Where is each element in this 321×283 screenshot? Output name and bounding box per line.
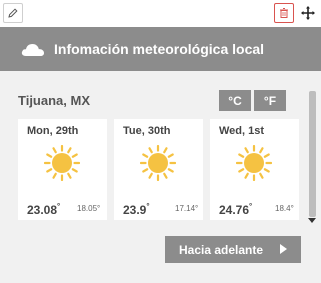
forecast-low: 18.05° (77, 204, 101, 213)
play-arrow-icon (280, 244, 287, 254)
forecast-high: 23.9° (123, 202, 150, 217)
delete-button[interactable] (274, 3, 294, 23)
fahrenheit-button[interactable]: °F (254, 90, 286, 111)
widget-header: Infomación meteorológica local (0, 27, 321, 71)
move-arrows-icon (301, 6, 315, 20)
forecast-day: Mon, 29th (27, 125, 79, 137)
forecast-low: 17.14° (175, 204, 199, 213)
next-button-label: Hacia adelante (179, 242, 264, 257)
sun-icon (140, 145, 176, 181)
sun-icon (236, 145, 272, 181)
forecast-high: 24.76° (219, 202, 253, 217)
vertical-scrollbar[interactable] (306, 87, 318, 227)
scrollbar-thumb[interactable] (309, 91, 316, 217)
next-forecast-button[interactable]: Hacia adelante (165, 236, 301, 263)
trash-icon (280, 8, 288, 18)
edit-button[interactable] (3, 3, 23, 23)
location-label: Tijuana, MX (18, 93, 90, 108)
cloud-icon (21, 44, 44, 56)
forecast-card: Tue, 30th 23.9° 17.14° (114, 119, 203, 220)
forecast-day: Tue, 30th (123, 125, 171, 137)
scroll-down-arrow-icon[interactable] (308, 218, 316, 223)
weather-panel: Tijuana, MX °C °F Mon, 29th 23.08° 18.05… (0, 71, 321, 283)
forecast-low: 18.4° (275, 204, 294, 213)
forecast-high: 23.08° (27, 202, 61, 217)
celsius-button[interactable]: °C (219, 90, 251, 111)
widget-title: Infomación meteorológica local (54, 41, 265, 57)
forecast-card: Mon, 29th 23.08° 18.05° (18, 119, 107, 220)
sun-icon (44, 145, 80, 181)
widget-toolbar (0, 0, 321, 26)
pencil-icon (8, 8, 18, 18)
move-button[interactable] (298, 3, 318, 23)
forecast-day: Wed, 1st (219, 125, 265, 137)
forecast-card: Wed, 1st 24.76° 18.4° (210, 119, 299, 220)
